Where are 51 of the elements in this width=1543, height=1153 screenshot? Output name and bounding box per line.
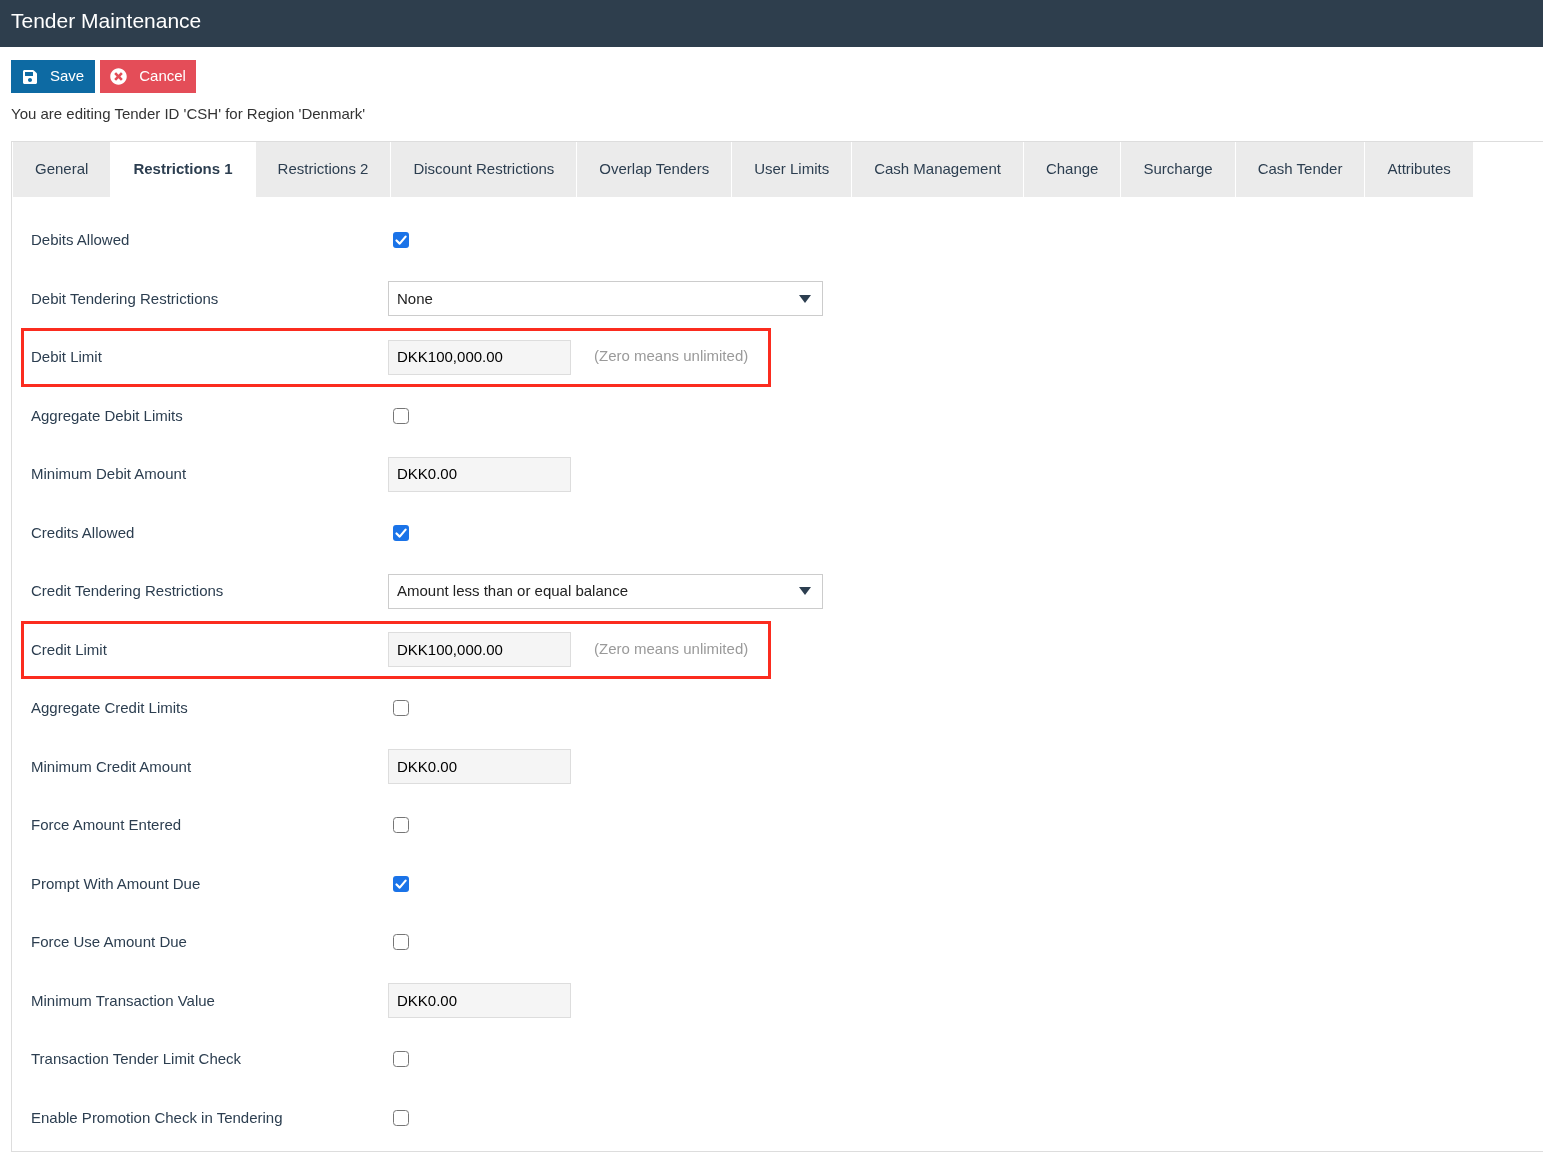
tab[interactable]: Attributes — [1365, 142, 1473, 197]
caret-down-icon — [799, 587, 811, 596]
checkbox[interactable] — [393, 875, 409, 892]
caret-down-icon — [799, 294, 811, 303]
field-label: Minimum Debit Amount — [31, 464, 188, 484]
checkbox[interactable] — [393, 700, 409, 717]
field-label: Debits Allowed — [31, 230, 131, 250]
tab[interactable]: Overlap Tenders — [577, 142, 732, 197]
tab[interactable]: Cash Tender — [1235, 142, 1365, 197]
close-icon — [110, 68, 128, 85]
checkbox[interactable] — [393, 407, 409, 424]
field-label: Prompt With Amount Due — [31, 873, 202, 894]
tab[interactable]: Surcharge — [1121, 142, 1235, 197]
tab[interactable]: User Limits — [732, 142, 852, 197]
page-title: Tender Maintenance — [11, 7, 202, 34]
checkbox[interactable] — [393, 524, 409, 541]
dropdown-select[interactable]: None — [388, 281, 823, 317]
field-label: Aggregate Debit Limits — [31, 405, 184, 426]
input-field[interactable]: DKK0.00 — [388, 456, 571, 492]
checkbox[interactable] — [393, 934, 409, 951]
save-button[interactable]: Save — [11, 60, 96, 93]
field-label: Credit Tendering Restrictions — [31, 581, 225, 601]
field-label: Force Amount Entered — [31, 815, 183, 835]
hint-text: (Zero means unlimited) — [594, 346, 749, 366]
field-label: Debit Limit — [31, 347, 103, 367]
cancel-button[interactable]: Cancel — [100, 60, 196, 93]
field-label: Debit Tendering Restrictions — [31, 288, 220, 309]
tab[interactable]: Restrictions 2 — [255, 142, 391, 197]
input-field[interactable]: DKK0.00 — [388, 983, 571, 1019]
tab[interactable]: Cash Management — [852, 142, 1023, 197]
checkbox[interactable] — [393, 1051, 409, 1068]
field-label: Transaction Tender Limit Check — [31, 1049, 243, 1069]
field-label: Force Use Amount Due — [31, 932, 188, 952]
dropdown-select[interactable]: Amount less than or equal balance — [388, 573, 823, 609]
field-label: Minimum Credit Amount — [31, 756, 193, 777]
tab[interactable]: Change — [1023, 142, 1121, 197]
field-label: Aggregate Credit Limits — [31, 698, 189, 718]
tab[interactable]: Discount Restrictions — [391, 142, 577, 197]
checkbox[interactable] — [393, 1109, 409, 1126]
tab[interactable]: General — [13, 142, 111, 197]
input-field[interactable]: DKK100,000.00 — [388, 632, 571, 668]
field-label: Enable Promotion Check in Tendering — [31, 1107, 284, 1128]
checkbox[interactable] — [393, 232, 409, 249]
field-label: Minimum Transaction Value — [31, 990, 216, 1011]
checkbox[interactable] — [393, 817, 409, 834]
field-label: Credit Limit — [31, 639, 108, 660]
editing-info-text: You are editing Tender ID 'CSH' for Region 'Denmark' — [11, 105, 366, 123]
input-field[interactable]: DKK0.00 — [388, 749, 571, 785]
hint-text: (Zero means unlimited) — [594, 638, 749, 659]
input-field[interactable]: DKK100,000.00 — [388, 339, 571, 375]
field-label: Credits Allowed — [31, 522, 136, 543]
